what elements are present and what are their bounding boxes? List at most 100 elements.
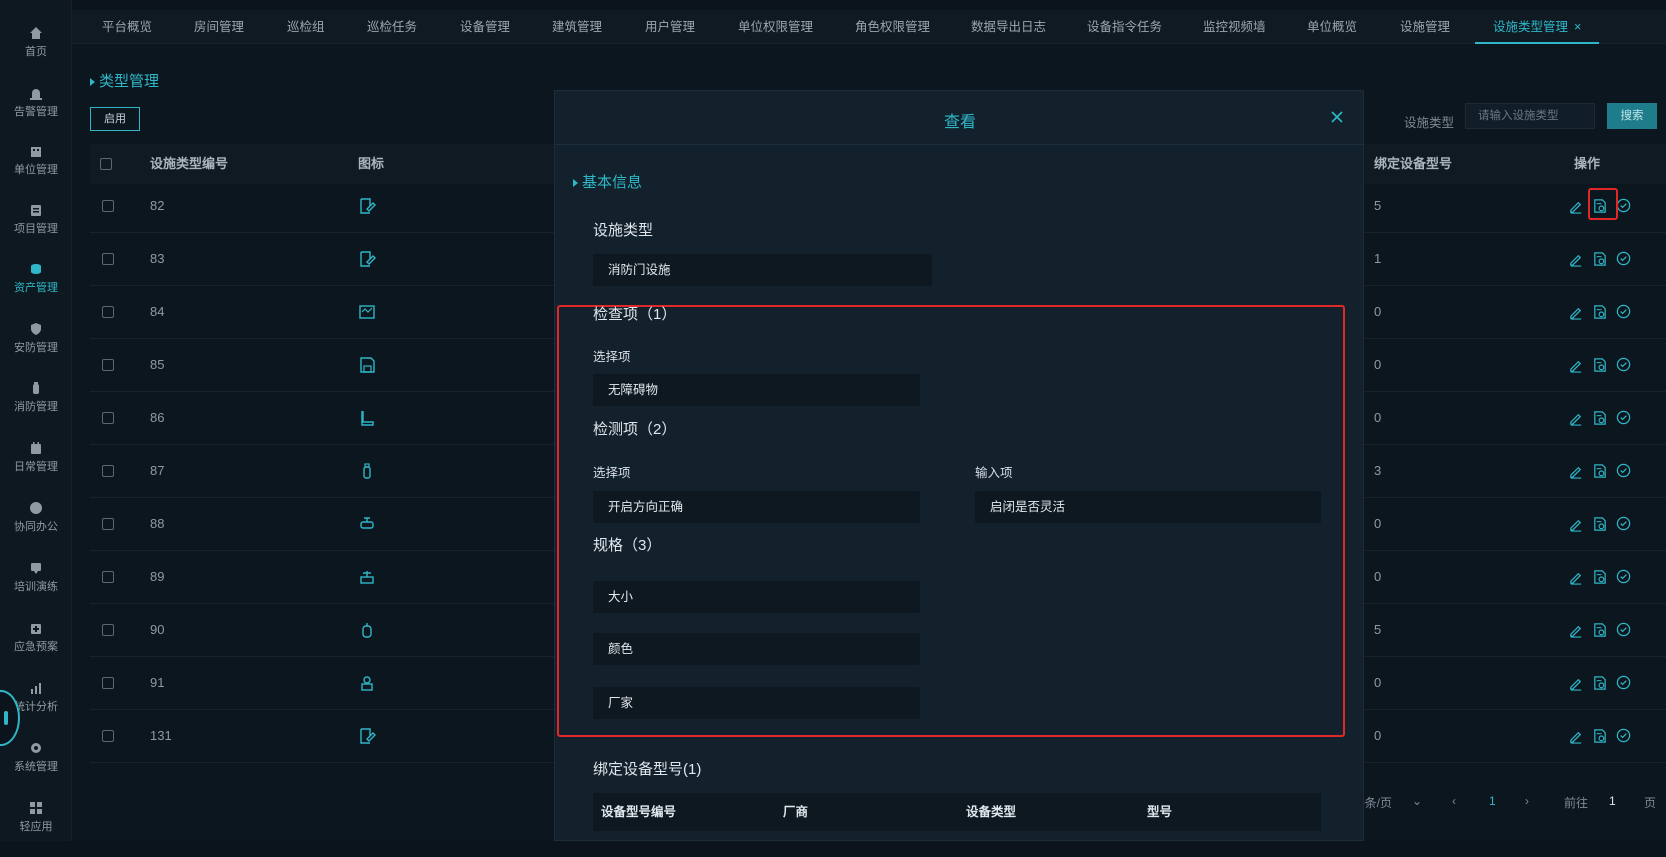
row-checkbox[interactable] [102,730,114,742]
sidebar-item-unit[interactable]: 单位管理 [0,144,72,200]
sidebar-item-label: 统计分析 [14,701,58,713]
section-basic-info: 基本信息 [573,171,642,192]
check-circle-icon[interactable] [1616,357,1632,373]
home-icon [30,27,42,39]
edit-icon[interactable] [1568,569,1584,585]
tab-export-log[interactable]: 数据导出日志 [971,10,1046,44]
row-checkbox[interactable] [102,412,114,424]
sidebar-item-home[interactable]: 首页 [0,26,72,82]
cell-code: 91 [150,675,165,690]
search-button[interactable]: 搜索 [1607,103,1657,129]
check-circle-icon[interactable] [1616,622,1632,638]
pump-icon [360,571,374,584]
sidebar-item-training[interactable]: 培训演练 [0,561,72,617]
search-input[interactable]: 请输入设施类型 [1465,103,1595,129]
row-checkbox[interactable] [102,571,114,583]
goto-input[interactable]: 1 [1609,794,1616,808]
close-icon[interactable] [1329,109,1345,125]
check-circle-icon[interactable] [1616,728,1632,744]
sidebar-item-alarm[interactable]: 告警管理 [0,86,72,142]
sidebar-item-system[interactable]: 系统管理 [0,741,72,797]
select-all-checkbox[interactable] [100,158,112,170]
tab-patrol-task[interactable]: 巡检任务 [367,10,417,44]
tab-facility-type[interactable]: 设施类型管理 × [1475,10,1600,44]
bound-header-type: 设备类型 [966,805,1017,819]
tab-video-wall[interactable]: 监控视频墙 [1203,10,1266,44]
edit-icon[interactable] [1568,675,1584,691]
check-circle-icon[interactable] [1616,304,1632,320]
spec-field-color: 颜色 [593,633,920,665]
project-icon [31,205,41,216]
tab-device[interactable]: 设备管理 [460,10,510,44]
check-circle-icon[interactable] [1616,198,1632,214]
check-circle-icon[interactable] [1616,463,1632,479]
check-circle-icon[interactable] [1616,516,1632,532]
sidebar-item-daily[interactable]: 日常管理 [0,441,72,497]
view-detail-icon[interactable] [1592,463,1608,479]
edit-icon[interactable] [1568,410,1584,426]
view-detail-icon[interactable] [1592,304,1608,320]
tab-unit-overview[interactable]: 单位概览 [1307,10,1357,44]
page-unit: 页 [1644,796,1657,810]
row-checkbox[interactable] [102,465,114,477]
check-circle-icon[interactable] [1616,251,1632,267]
extinguisher-icon [362,623,372,638]
row-checkbox[interactable] [102,253,114,265]
view-detail-icon[interactable] [1592,622,1608,638]
view-detail-icon[interactable] [1592,675,1608,691]
row-checkbox[interactable] [102,200,114,212]
close-tab-icon[interactable]: × [1574,20,1581,34]
row-checkbox[interactable] [102,624,114,636]
edit-icon[interactable] [1568,516,1584,532]
detect-select-field: 开启方向正确 [593,491,920,523]
enable-button[interactable]: 启用 [90,107,140,131]
cell-bound-count: 1 [1374,251,1382,266]
edit-icon[interactable] [1568,251,1584,267]
sidebar-item-security[interactable]: 安防管理 [0,322,72,378]
sidebar-item-asset[interactable]: 资产管理 [0,262,72,318]
tab-platform-overview[interactable]: 平台概览 [102,10,152,44]
view-detail-icon[interactable] [1592,569,1608,585]
sidebar-item-office[interactable]: 协同办公 [0,501,72,557]
view-detail-icon[interactable] [1592,410,1608,426]
check-select-label: 选择项 [593,350,631,364]
tab-unit-permission[interactable]: 单位权限管理 [738,10,813,44]
sidebar-item-fire[interactable]: 消防管理 [0,381,72,437]
cell-bound-count: 5 [1374,622,1382,637]
panel-icon [359,305,375,319]
tab-room[interactable]: 房间管理 [194,10,244,44]
edit-icon[interactable] [1568,622,1584,638]
next-page-icon[interactable]: › [1525,794,1529,808]
check-circle-icon[interactable] [1616,410,1632,426]
hydrant-icon [363,463,371,479]
tab-user[interactable]: 用户管理 [645,10,695,44]
row-checkbox[interactable] [102,677,114,689]
tab-role-permission[interactable]: 角色权限管理 [855,10,930,44]
tab-patrol-group[interactable]: 巡检组 [287,10,325,44]
cell-code: 83 [150,251,165,266]
view-detail-icon[interactable] [1592,251,1608,267]
pipe-icon [361,411,374,426]
current-page[interactable]: 1 [1489,794,1496,808]
sidebar-item-project[interactable]: 项目管理 [0,203,72,259]
tab-facility[interactable]: 设施管理 [1400,10,1450,44]
edit-icon[interactable] [1568,357,1584,373]
edit-icon[interactable] [1568,198,1584,214]
view-detail-icon[interactable] [1592,516,1608,532]
row-checkbox[interactable] [102,359,114,371]
view-detail-icon[interactable] [1592,357,1608,373]
row-checkbox[interactable] [102,518,114,530]
prev-page-icon[interactable]: ‹ [1452,794,1456,808]
view-detail-icon[interactable] [1592,728,1608,744]
check-circle-icon[interactable] [1616,675,1632,691]
row-checkbox[interactable] [102,306,114,318]
edit-icon[interactable] [1568,304,1584,320]
edit-icon[interactable] [1568,728,1584,744]
bound-model-table-header: 设备型号编号 厂商 设备类型 型号 [593,793,1321,831]
check-circle-icon[interactable] [1616,569,1632,585]
edit-icon[interactable] [1568,463,1584,479]
sidebar-item-apps[interactable]: 轻应用 [0,801,72,857]
sidebar-item-emergency[interactable]: 应急预案 [0,621,72,677]
tab-device-command[interactable]: 设备指令任务 [1087,10,1162,44]
tab-building[interactable]: 建筑管理 [552,10,602,44]
